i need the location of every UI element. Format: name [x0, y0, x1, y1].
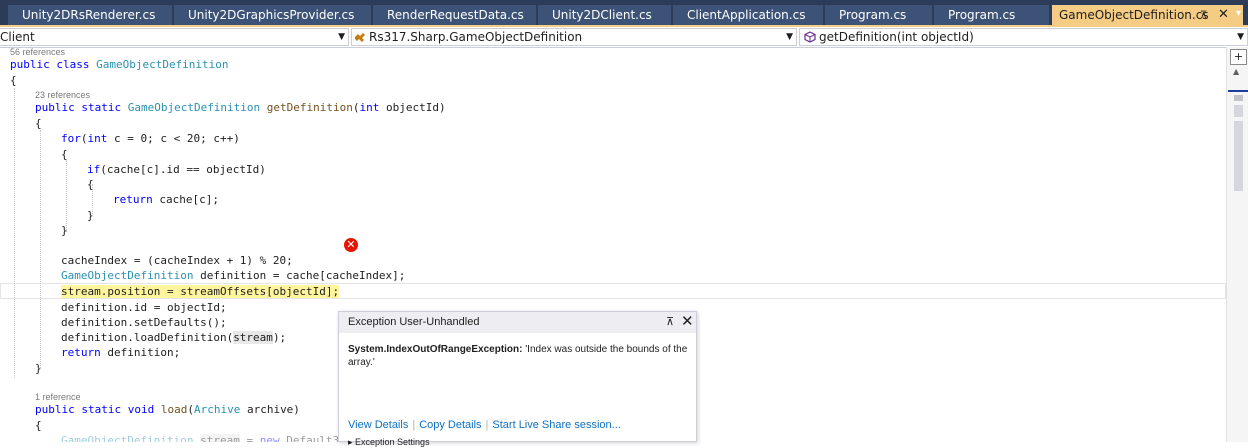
code-line: } [87, 209, 94, 222]
tab-label: Program.cs [948, 8, 1016, 22]
indent-guide [14, 88, 15, 378]
exception-popup-header: Exception User-Unhandled ⊼ ✕ [339, 312, 696, 333]
exception-popup-title: Exception User-Unhandled [348, 316, 480, 328]
tab-label: Unity2DGraphicsProvider.cs [188, 8, 355, 22]
type-dropdown-label: Rs317.Sharp.GameObjectDefinition [369, 30, 583, 44]
tab-label: ClientApplication.cs [687, 8, 806, 22]
code-line: return cache[c]; [113, 193, 219, 206]
type-dropdown[interactable]: Rs317.Sharp.GameObjectDefinition ▼ [351, 28, 797, 46]
tab-overflow-dropdown[interactable]: ▾ [1236, 8, 1241, 19]
code-line: cacheIndex = (cacheIndex + 1) % 20; [61, 254, 293, 267]
exception-error-icon[interactable]: ✕ [344, 238, 358, 252]
live-share-link[interactable]: Start Live Share session... [492, 419, 620, 431]
exception-actions: View Details | Copy Details | Start Live Sha… [348, 419, 621, 431]
code-line: GameObjectDefinition definition = cache[… [61, 269, 406, 282]
active-tab-accent [0, 25, 1248, 27]
exception-settings-toggle[interactable]: ▸ Exception Settings [348, 437, 430, 448]
tab-label: Unity2DClient.cs [552, 8, 652, 22]
member-dropdown-label: getDefinition(int objectId) [819, 30, 974, 44]
exception-helper-popup: Exception User-Unhandled ⊼ ✕ System.Inde… [338, 311, 697, 447]
code-line: { [10, 74, 17, 87]
code-line-current-statement: stream.position = streamOffsets[objectId… [61, 285, 340, 298]
project-dropdown[interactable]: Client ▼ [0, 28, 349, 46]
tab-label: Unity2DRsRenderer.cs [22, 8, 156, 22]
code-line: public static void load(Archive archive) [35, 403, 300, 416]
chevron-down-icon: ▼ [786, 32, 793, 42]
code-line: { [35, 419, 42, 432]
exception-message: System.IndexOutOfRangeException: 'Index … [348, 343, 693, 369]
tab-clientapplication[interactable]: ClientApplication.cs [673, 5, 823, 27]
close-icon[interactable]: ✕ [681, 313, 694, 330]
code-line: } [35, 362, 42, 375]
code-line: definition.id = objectId; [61, 301, 227, 314]
chevron-down-icon: ▼ [338, 32, 345, 42]
code-line: { [87, 178, 94, 191]
tab-label: RenderRequestData.cs [387, 8, 524, 22]
tab-label: GameObjectDefinition.cs [1059, 8, 1209, 22]
separator: | [412, 419, 416, 431]
close-icon[interactable]: ✕ [1218, 5, 1229, 25]
document-tab-bar: Unity2DRsRenderer.cs Unity2DGraphicsProv… [0, 0, 1248, 27]
chevron-down-icon: ▼ [1237, 32, 1244, 42]
exception-type: System.IndexOutOfRangeException: [348, 344, 523, 355]
scroll-up-arrow-icon[interactable]: ▲ [1233, 67, 1239, 76]
tab-renderrequestdata[interactable]: RenderRequestData.cs [373, 5, 536, 27]
code-line: for(int c = 0; c < 20; c++) [61, 132, 240, 145]
code-line: public class GameObjectDefinition [10, 58, 229, 71]
code-line: return definition; [61, 346, 181, 359]
overview-mark [1234, 121, 1243, 191]
navigation-bar: Client ▼ Rs317.Sharp.GameObjectDefinitio… [0, 25, 1248, 48]
view-details-link[interactable]: View Details [348, 419, 408, 431]
code-line: { [61, 148, 68, 161]
current-line-marker [1228, 90, 1248, 92]
indent-guide [66, 160, 67, 232]
tab-program-2[interactable]: Program.cs [934, 5, 1049, 27]
split-editor-button[interactable]: + [1230, 49, 1247, 65]
project-dropdown-label: Client [0, 30, 35, 44]
tab-program-1[interactable]: Program.cs [825, 5, 932, 27]
code-line: if(cache[c].id == objectId) [87, 163, 266, 176]
code-line: definition.setDefaults(); [61, 316, 227, 329]
overview-mark [1234, 105, 1243, 117]
pin-icon[interactable]: ⊼ [666, 315, 674, 328]
tab-gameobjectdefinition[interactable]: GameObjectDefinition.cs ⊼ ✕ [1052, 5, 1243, 27]
code-line: GameObjectDefinition stream = new Defaul… [61, 433, 346, 442]
indent-guide [40, 130, 41, 368]
copy-details-link[interactable]: Copy Details [419, 419, 481, 431]
code-line: { [35, 117, 42, 130]
pin-icon[interactable]: ⊼ [1200, 5, 1207, 26]
method-icon [804, 31, 816, 43]
scroll-thumb[interactable] [1234, 95, 1243, 101]
code-line: public static GameObjectDefinition getDe… [35, 101, 446, 114]
tab-unity2drsrenderer[interactable]: Unity2DRsRenderer.cs [8, 5, 172, 27]
member-dropdown[interactable]: getDefinition(int objectId) ▼ [799, 28, 1248, 46]
code-line: definition.loadDefinition(stream); [61, 331, 287, 344]
code-line: } [61, 224, 68, 237]
tab-label: Program.cs [839, 8, 907, 22]
tab-unity2dgraphicsprovider[interactable]: Unity2DGraphicsProvider.cs [174, 5, 371, 27]
vertical-scrollbar[interactable]: + ▲ [1226, 47, 1248, 442]
tab-unity2dclient[interactable]: Unity2DClient.cs [538, 5, 671, 27]
separator: | [485, 419, 489, 431]
class-icon [355, 33, 365, 42]
